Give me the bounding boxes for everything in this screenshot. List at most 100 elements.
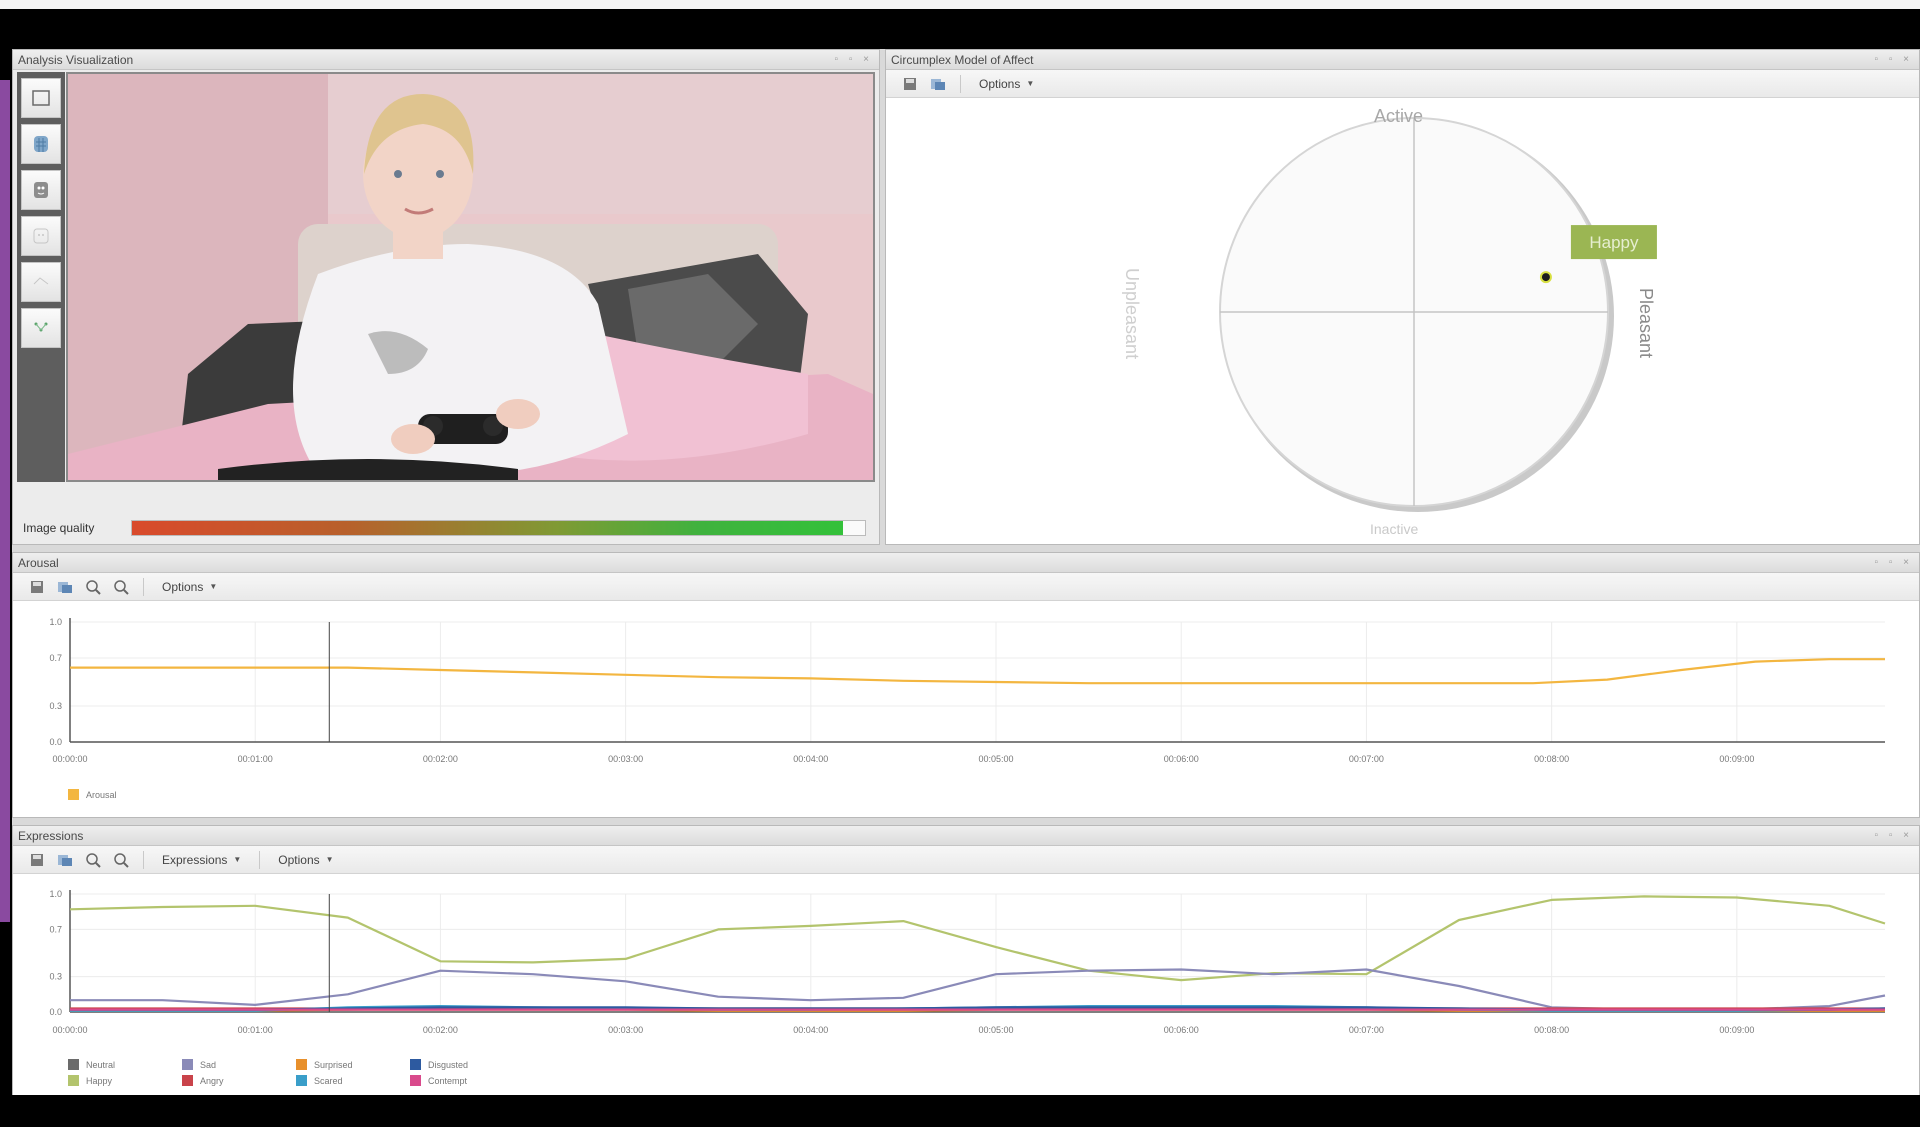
toolbar-separator: [960, 74, 961, 93]
zoom-in-icon[interactable]: [83, 851, 103, 869]
window-controls[interactable]: ▫ ▫ ×: [835, 50, 874, 70]
legend-swatch-surprised: [296, 1059, 307, 1070]
options-label: Options: [979, 76, 1021, 91]
state-marker: [1539, 271, 1552, 284]
arousal-toolbar: Options ▼: [13, 573, 1919, 601]
panel-title-bar: Circumplex Model of Affect ▫ ▫ ×: [886, 50, 1919, 70]
window-controls[interactable]: ▫ ▫ ×: [1875, 553, 1914, 573]
image-quality-row: Image quality: [23, 518, 873, 538]
expression-icon: [33, 228, 49, 244]
bottom-black-bar: [0, 1095, 1920, 1127]
x-tick-label: 00:02:00: [423, 1025, 458, 1035]
x-tick-label: 00:00:00: [52, 754, 87, 764]
frame-icon: [32, 90, 50, 106]
options-dropdown[interactable]: Options ▼: [272, 853, 339, 867]
landmarks-tool-button[interactable]: [21, 308, 61, 348]
frame-tool-button[interactable]: [21, 78, 61, 118]
x-tick-label: 00:07:00: [1349, 1025, 1384, 1035]
save-icon[interactable]: [27, 851, 47, 869]
toolbar-separator: [143, 577, 144, 596]
legend-swatch-disgusted: [410, 1059, 421, 1070]
y-tick-label: 0.7: [49, 924, 62, 934]
x-tick-label: 00:03:00: [608, 1025, 643, 1035]
gaze-icon: [33, 277, 49, 285]
active-label: Active: [1374, 106, 1424, 126]
panel-title: Arousal: [18, 556, 59, 570]
legend-label-contempt: Contempt: [428, 1076, 468, 1086]
legend-swatch-contempt: [410, 1075, 421, 1086]
face-tool-button[interactable]: [21, 170, 61, 210]
x-tick-label: 00:06:00: [1164, 754, 1199, 764]
x-tick-label: 00:02:00: [423, 754, 458, 764]
left-accent-bar: [0, 80, 10, 922]
copy-image-icon[interactable]: [55, 851, 75, 869]
toolbar-separator: [143, 850, 144, 869]
legend-swatch-arousal: [68, 789, 79, 800]
legend-label-angry: Angry: [200, 1076, 224, 1086]
options-label: Options: [162, 579, 204, 594]
x-tick-label: 00:05:00: [978, 754, 1013, 764]
analysis-visualization-panel: Analysis Visualization ▫ ▫ × Image quali…: [12, 49, 880, 545]
y-tick-label: 0.7: [49, 653, 62, 663]
x-tick-label: 00:05:00: [978, 1025, 1013, 1035]
legend-swatch-sad: [182, 1059, 193, 1070]
options-dropdown[interactable]: Options ▼: [973, 77, 1040, 91]
legend-label-neutral: Neutral: [86, 1060, 115, 1070]
zoom-in-icon[interactable]: [83, 578, 103, 596]
mesh-tool-button[interactable]: [21, 124, 61, 164]
unpleasant-label: Unpleasant: [1122, 268, 1142, 360]
x-tick-label: 00:09:00: [1719, 1025, 1754, 1035]
face-icon: [34, 182, 48, 198]
options-label: Options: [278, 852, 320, 867]
legend-swatch-scared: [296, 1075, 307, 1086]
options-dropdown[interactable]: Options ▼: [156, 580, 223, 594]
state-label: Happy: [1589, 233, 1639, 252]
x-tick-label: 00:08:00: [1534, 1025, 1569, 1035]
zoom-out-icon[interactable]: [111, 851, 131, 869]
legend-label-disgusted: Disgusted: [428, 1060, 468, 1070]
x-tick-label: 00:08:00: [1534, 754, 1569, 764]
legend-label-scared: Scared: [314, 1076, 343, 1086]
legend-label-sad: Sad: [200, 1060, 216, 1070]
x-tick-label: 00:04:00: [793, 754, 828, 764]
save-icon[interactable]: [900, 75, 920, 93]
y-tick-label: 0.3: [49, 701, 62, 711]
x-tick-label: 00:09:00: [1719, 754, 1754, 764]
y-tick-label: 0.0: [49, 737, 62, 747]
caret-down-icon: ▼: [209, 582, 218, 591]
expressions-panel: Expressions ▫ ▫ × Expressions ▼ Options ▼ …: [12, 825, 1920, 1127]
caret-down-icon: ▼: [233, 855, 242, 864]
legend-label-surprised: Surprised: [314, 1060, 353, 1070]
window-controls[interactable]: ▫ ▫ ×: [1875, 50, 1914, 70]
landmarks-icon: [34, 322, 48, 332]
face-mesh-icon: [34, 136, 48, 152]
image-quality-bar: [131, 520, 866, 536]
window-controls[interactable]: ▫ ▫ ×: [1875, 826, 1914, 846]
circumplex-toolbar: Options ▼: [886, 70, 1919, 98]
panel-title-bar: Arousal ▫ ▫ ×: [13, 553, 1919, 573]
x-tick-label: 00:01:00: [238, 1025, 273, 1035]
panel-title: Circumplex Model of Affect: [891, 53, 1034, 67]
x-tick-label: 00:01:00: [238, 754, 273, 764]
save-icon[interactable]: [27, 578, 47, 596]
copy-image-icon[interactable]: [928, 75, 948, 93]
expressions-dropdown[interactable]: Expressions ▼: [156, 853, 247, 867]
y-tick-label: 1.0: [49, 889, 62, 899]
legend-swatch-angry: [182, 1075, 193, 1086]
expressions-toolbar: Expressions ▼ Options ▼: [13, 846, 1919, 874]
zoom-out-icon[interactable]: [111, 578, 131, 596]
application-window: Analysis Visualization ▫ ▫ × Image quali…: [12, 49, 1920, 1127]
expression-tool-button[interactable]: [21, 216, 61, 256]
video-frame[interactable]: [66, 72, 875, 482]
video-image: [68, 74, 873, 480]
x-tick-label: 00:03:00: [608, 754, 643, 764]
top-strip: [0, 0, 1920, 9]
x-tick-label: 00:04:00: [793, 1025, 828, 1035]
expressions-dropdown-label: Expressions: [162, 852, 228, 867]
y-tick-label: 1.0: [49, 617, 62, 627]
gaze-tool-button[interactable]: [21, 262, 61, 302]
copy-image-icon[interactable]: [55, 578, 75, 596]
panel-title: Analysis Visualization: [18, 53, 134, 67]
expressions-chart: 00:00:00 00:01:00 00:02:00 00:03:00 00:04:00…: [49, 889, 1886, 1086]
image-quality-label: Image quality: [23, 521, 95, 535]
